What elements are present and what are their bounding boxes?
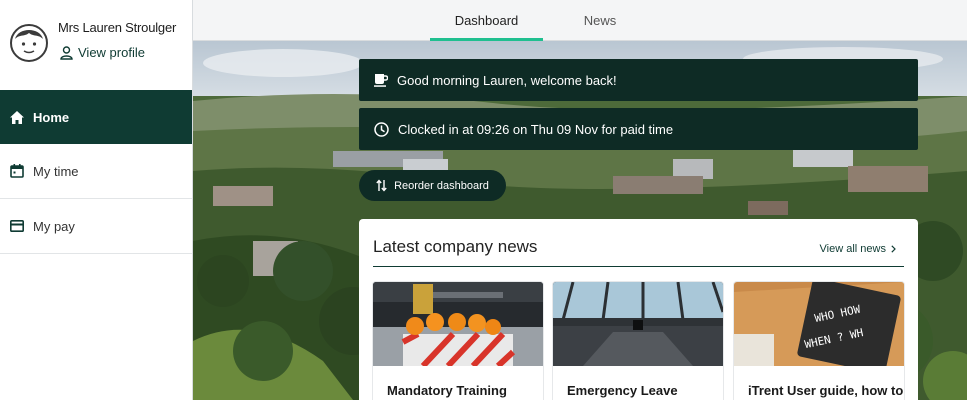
nav-home-label: Home: [33, 109, 70, 125]
nav-home[interactable]: Home: [0, 90, 192, 144]
home-icon: [10, 110, 24, 124]
mandatory-training-image: [373, 282, 543, 366]
clock-text: Clocked in at 09:26 on Thu 09 Nov for pa…: [398, 121, 674, 137]
nav-my-time-label: My time: [33, 163, 79, 179]
news-article-card[interactable]: Emergency Leave: [553, 282, 723, 400]
profile-name: Mrs Lauren Stroulger: [58, 20, 177, 35]
tab-dashboard[interactable]: Dashboard: [430, 0, 543, 41]
view-all-news-link[interactable]: View all news: [820, 243, 896, 255]
nav-my-pay[interactable]: My pay: [0, 199, 192, 254]
avatar-icon[interactable]: [10, 22, 48, 64]
profile-section: Mrs Lauren Stroulger View profile: [0, 0, 192, 90]
clock-icon: [374, 121, 389, 137]
view-profile-link[interactable]: View profile: [60, 45, 145, 60]
news-article-card[interactable]: WHO HOW WHEN ? WH iTrent User guide, how…: [734, 282, 904, 400]
article-title: Emergency Leave: [567, 383, 678, 398]
article-title: Mandatory Training: [387, 383, 507, 398]
latest-news-card: Latest company news View all news Mandat…: [359, 219, 918, 400]
article-title: iTrent User guide, how to: [748, 383, 904, 398]
view-all-label: View all news: [819, 243, 886, 255]
chevron-right-icon: [891, 245, 896, 253]
itrent-guide-image: WHO HOW WHEN ? WH: [734, 282, 904, 366]
tab-news[interactable]: News: [565, 0, 635, 41]
card-icon: [10, 220, 24, 232]
greeting-text: Good morning Lauren, welcome back!: [397, 72, 617, 88]
greeting-banner: Good morning Lauren, welcome back!: [359, 59, 918, 101]
view-profile-label: View profile: [78, 45, 145, 60]
coffee-icon: [374, 74, 388, 87]
nav-my-pay-label: My pay: [33, 218, 75, 234]
person-icon: [60, 45, 73, 60]
top-tab-bar: Dashboard News: [193, 0, 967, 41]
reorder-icon: [376, 179, 387, 192]
news-title: Latest company news: [373, 237, 538, 256]
reorder-dashboard-button[interactable]: Reorder dashboard: [359, 170, 506, 201]
news-header: Latest company news View all news: [373, 237, 904, 267]
nav-my-time[interactable]: My time: [0, 144, 192, 199]
news-article-card[interactable]: Mandatory Training: [373, 282, 543, 400]
emergency-leave-image: [553, 282, 723, 366]
sidebar: Mrs Lauren Stroulger View profile Home M…: [0, 0, 193, 400]
calendar-icon: [10, 164, 24, 178]
clock-banner: Clocked in at 09:26 on Thu 09 Nov for pa…: [359, 108, 918, 150]
reorder-label: Reorder dashboard: [394, 179, 489, 192]
